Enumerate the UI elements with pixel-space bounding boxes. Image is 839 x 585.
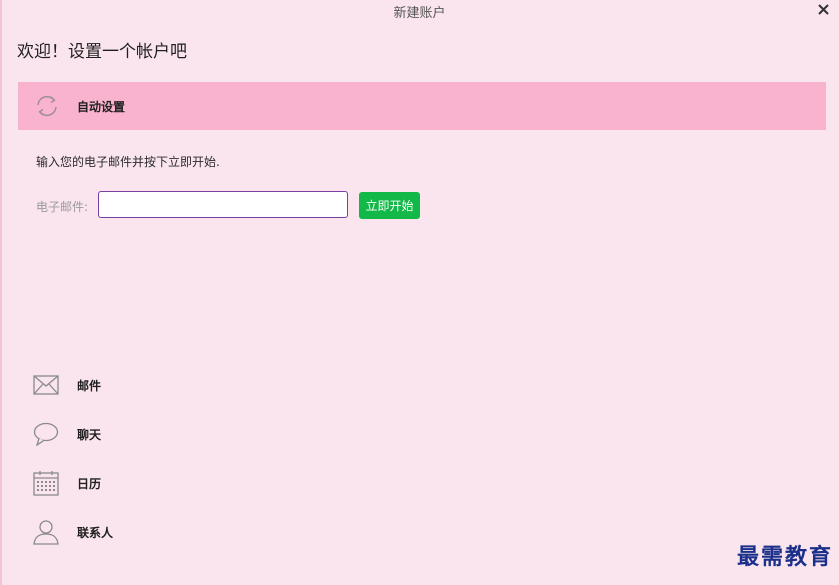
feature-calendar: 日历 xyxy=(33,469,101,497)
feature-label: 联系人 xyxy=(77,525,114,540)
feature-mail: 邮件 xyxy=(33,371,101,399)
close-button[interactable] xyxy=(815,1,831,17)
auto-setup-label: 自动设置 xyxy=(77,100,126,114)
mail-icon xyxy=(33,372,59,398)
email-field[interactable] xyxy=(98,191,348,218)
feature-label: 聊天 xyxy=(77,427,102,442)
start-now-button[interactable]: 立即开始 xyxy=(359,192,420,219)
feature-contacts: 联系人 xyxy=(33,518,113,546)
feature-label: 日历 xyxy=(77,476,102,491)
window-left-border xyxy=(0,0,2,585)
chat-icon xyxy=(33,421,59,447)
watermark: 最需教育 xyxy=(736,544,833,570)
window-title: 新建账户 xyxy=(393,6,446,21)
feature-chat: 聊天 xyxy=(33,420,101,448)
calendar-icon xyxy=(33,470,59,496)
sync-icon xyxy=(37,95,57,117)
instruction-text: 输入您的电子邮件并按下立即开始. xyxy=(36,155,220,169)
auto-setup-banner[interactable]: 自动设置 xyxy=(18,82,826,130)
titlebar: 新建账户 xyxy=(0,0,839,22)
page-title: 欢迎！设置一个帐户吧 xyxy=(17,42,187,62)
contacts-icon xyxy=(33,519,59,545)
feature-label: 邮件 xyxy=(77,378,102,393)
close-icon xyxy=(817,3,829,15)
email-label: 电子邮件: xyxy=(36,200,89,214)
